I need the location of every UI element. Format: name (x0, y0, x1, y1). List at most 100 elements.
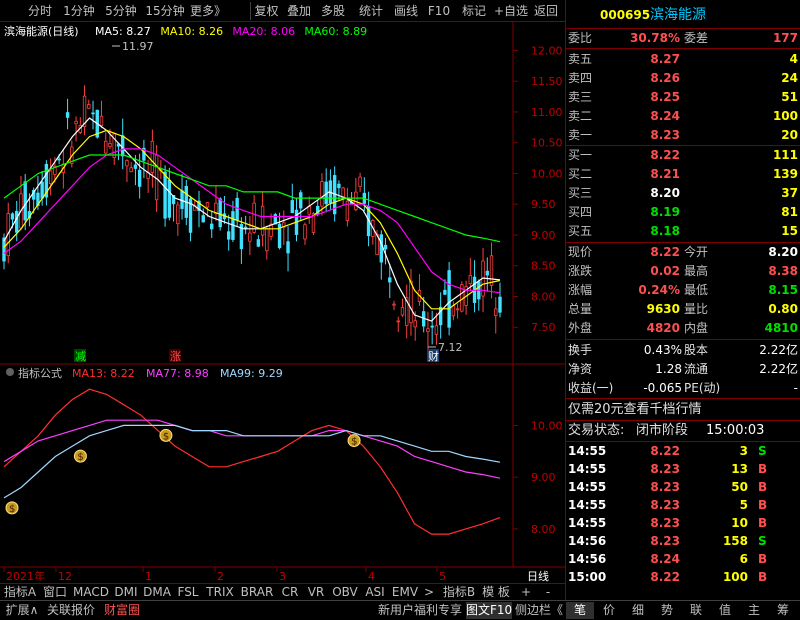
tick-time: 15:00 (568, 570, 607, 584)
tab-15min[interactable]: 15分钟 (142, 2, 188, 20)
tick-side: S (758, 444, 767, 458)
tab-1min[interactable]: 1分钟 (58, 2, 100, 20)
tab-window[interactable]: 窗口 (40, 584, 70, 601)
button-wealth-circle[interactable]: 财富圈 (100, 602, 144, 619)
money-bag-symbol: $ (163, 431, 169, 442)
y-tick-label: 10.50 (531, 137, 563, 150)
tick-row: 14:55 8.23 50 B (566, 478, 800, 496)
button-draw-line[interactable]: 画线 (390, 2, 422, 20)
tick-side: B (758, 498, 768, 512)
ma-label-1: MA10: 8.26 (160, 25, 223, 38)
bid-volume: 15 (781, 224, 798, 238)
bid-row[interactable]: 买五 8.18 15 (566, 222, 800, 241)
side-tab-price[interactable]: 价 (595, 602, 623, 619)
tab-macd[interactable]: MACD (72, 584, 110, 601)
candle-body (489, 255, 494, 286)
ask-row[interactable]: 卖一 8.23 20 (566, 126, 800, 145)
bid-row[interactable]: 买三 8.20 37 (566, 184, 800, 203)
tab-brar[interactable]: BRAR (238, 584, 276, 601)
bid-label: 买四 (568, 205, 593, 219)
tab-dmi[interactable]: DMI (112, 584, 140, 601)
button-back[interactable]: 返回 (530, 2, 562, 20)
side-tab-detail[interactable]: 细 (624, 602, 652, 619)
candle-body (87, 104, 91, 109)
indicator-label-2: MA99: 9.29 (220, 367, 283, 380)
button-restore-rights[interactable]: 复权 (250, 2, 282, 20)
stock-name: 滨海能源 (650, 7, 706, 23)
tab-more-indicators[interactable]: > (422, 584, 436, 601)
candle-body (218, 198, 222, 228)
indicator-tabs: 指标A 窗口 MACD DMI DMA FSL TRIX BRAR CR VR … (0, 583, 565, 600)
tab-emv[interactable]: EMV (390, 584, 420, 601)
side-tab-trend[interactable]: 势 (653, 602, 681, 619)
period-day-button[interactable]: 日线 (527, 569, 549, 583)
bid-volume: 139 (772, 167, 798, 181)
tick-volume: 158 (722, 534, 748, 548)
button-f10-text[interactable]: 图文F10 (466, 602, 512, 619)
stat-row: 涨幅 0.24% 最低 8.15 (566, 281, 800, 300)
side-tab-chips[interactable]: 筹 (769, 602, 797, 619)
button-f10[interactable]: F10 (425, 2, 453, 20)
tab-5min[interactable]: 5分钟 (100, 2, 142, 20)
ask-label: 卖二 (568, 109, 593, 123)
tab-indicator-a[interactable]: 指标A (2, 584, 38, 601)
tab-timeshare[interactable]: 分时 (24, 2, 56, 20)
indicator-collapse-icon[interactable] (6, 368, 14, 376)
bid-volume: 81 (781, 205, 798, 219)
tab-cr[interactable]: CR (278, 584, 302, 601)
candle-body (252, 202, 256, 233)
tab-obv[interactable]: OBV (330, 584, 360, 601)
tick-time: 14:55 (568, 444, 607, 458)
button-related-quotes[interactable]: 关联报价 (44, 602, 98, 619)
button-mark[interactable]: 标记 (458, 2, 490, 20)
tick-row: 14:55 8.23 13 B (566, 460, 800, 478)
tab-fsl[interactable]: FSL (174, 584, 202, 601)
button-expand[interactable]: 扩展∧ (2, 602, 42, 619)
tab-trix[interactable]: TRIX (204, 584, 236, 601)
bottom-bar: 扩展∧ 关联报价 财富圈 新用户福利专享 图文F10 侧边栏《 笔 价 细 势 … (0, 600, 800, 620)
weibi-value: 30.78% (630, 31, 680, 45)
candle-body (91, 112, 95, 115)
side-tab-linked[interactable]: 联 (682, 602, 710, 619)
tab-asi[interactable]: ASI (362, 584, 388, 601)
y-tick-label: 7.50 (531, 321, 556, 334)
indicator-name[interactable]: 指标公式 (18, 366, 62, 380)
candle-body (409, 280, 413, 324)
candle-body (121, 135, 125, 157)
button-sidebar[interactable]: 侧边栏《 (514, 602, 564, 619)
ask-row[interactable]: 卖四 8.26 24 (566, 69, 800, 88)
ma-label-2: MA20: 8.06 (232, 25, 295, 38)
bid-row[interactable]: 买二 8.21 139 (566, 165, 800, 184)
button-multi-stock[interactable]: 多股 (317, 2, 349, 20)
time-label: 4 (368, 570, 375, 583)
promo-banner[interactable]: 仅需20元查看千档行情 (566, 400, 800, 419)
tab-vr[interactable]: VR (304, 584, 328, 601)
tab-template[interactable]: 模 板 (480, 584, 512, 601)
button-statistics[interactable]: 统计 (355, 2, 387, 20)
bid-row[interactable]: 买一 8.22 111 (566, 146, 800, 165)
y-tick-label: 9.50 (531, 198, 556, 211)
candle-body (426, 328, 430, 333)
tick-time: 14:56 (568, 534, 607, 548)
side-tab-main[interactable]: 主 (740, 602, 768, 619)
money-bag-symbol: $ (351, 437, 357, 448)
candle-body (290, 200, 294, 214)
tab-dma[interactable]: DMA (142, 584, 172, 601)
time-label: 5 (439, 570, 446, 583)
side-tab-value[interactable]: 值 (711, 602, 739, 619)
link-new-user-welfare[interactable]: 新用户福利专享 (376, 602, 464, 619)
button-zoom-out[interactable]: - (540, 584, 556, 601)
candle-body (286, 241, 290, 254)
button-overlay[interactable]: 叠加 (283, 2, 315, 20)
ask-row[interactable]: 卖三 8.25 51 (566, 88, 800, 107)
tab-more[interactable]: 更多》 (188, 2, 228, 20)
ask-row[interactable]: 卖二 8.24 100 (566, 107, 800, 126)
ask-row[interactable]: 卖五 8.27 4 (566, 50, 800, 69)
candle-body (99, 115, 104, 126)
kline-chart-area[interactable]: 12.00 11.50 11.00 10.50 10.00 9.50 9.00 8.50 8.0… (0, 22, 565, 600)
button-zoom-in[interactable]: + (518, 584, 534, 601)
bid-row[interactable]: 买四 8.19 81 (566, 203, 800, 222)
side-tab-trades[interactable]: 笔 (566, 602, 594, 619)
tab-indicator-b[interactable]: 指标B (440, 584, 478, 601)
button-add-favorite[interactable]: +自选 (494, 2, 528, 20)
